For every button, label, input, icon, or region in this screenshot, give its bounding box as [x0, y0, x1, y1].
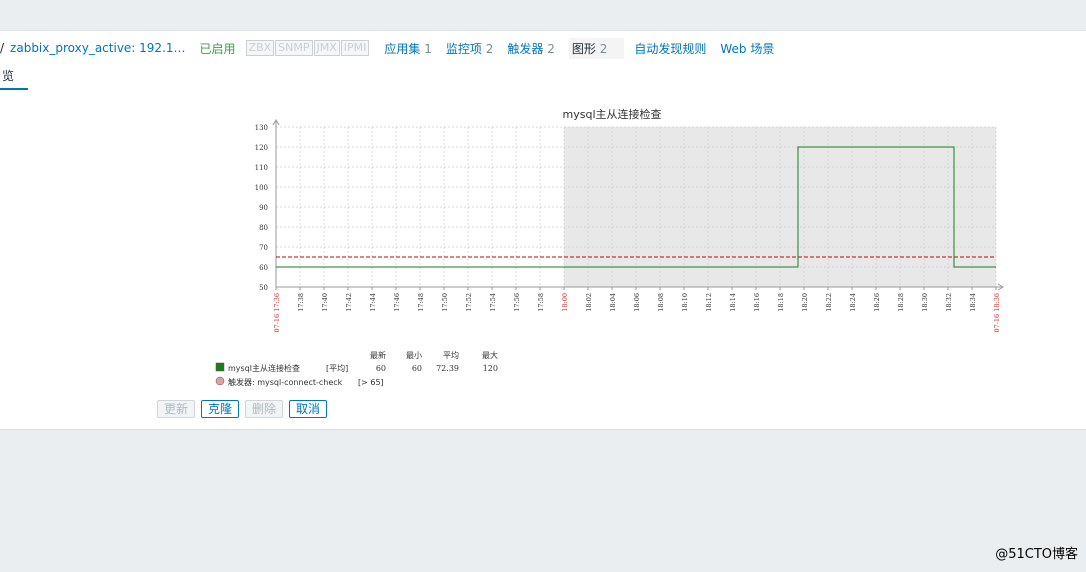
y-tick-label: 50 — [259, 284, 268, 292]
legend-series-name: mysql主从连接检查 — [228, 363, 300, 373]
x-tick-label: 17:38 — [297, 293, 305, 312]
x-tick-label: 18:02 — [585, 293, 593, 312]
delete-button[interactable]: 删除 — [245, 400, 284, 418]
x-tick-label: 18:10 — [681, 293, 689, 312]
legend-header: 最大 — [482, 350, 498, 360]
legend-value: 120 — [483, 364, 498, 373]
nav-items-link[interactable]: 监控项 2 — [446, 40, 493, 57]
legend-value: 72.39 — [436, 364, 459, 373]
nav-web-scenarios-link[interactable]: Web 场景 — [720, 40, 774, 57]
y-tick-label: 70 — [259, 244, 268, 252]
graph-chart: mysql主从连接检查 50 60 70 80 90 100 110 120 130 07-16 1… — [215, 107, 1004, 387]
y-tick-label: 110 — [255, 164, 268, 172]
y-tick-label: 130 — [255, 124, 268, 132]
breadcrumb-separator: / — [0, 41, 5, 55]
x-tick-label: 17:40 — [321, 293, 329, 312]
y-tick-label: 100 — [255, 184, 268, 192]
top-header-bar — [0, 0, 1086, 30]
nav-applications-link[interactable]: 应用集 1 — [384, 40, 431, 57]
legend-trigger-marker — [215, 376, 225, 386]
nav-triggers-link[interactable]: 触发器 2 — [507, 40, 554, 57]
x-tick-label: 18:14 — [729, 293, 737, 312]
x-tick-label: 17:46 — [393, 293, 401, 312]
x-tick-label: 18:34 — [969, 293, 977, 312]
host-status-enabled[interactable]: 已启用 — [200, 40, 236, 57]
x-tick-label: 17:48 — [417, 293, 425, 312]
availability-ipmi: IPMI — [340, 40, 370, 56]
x-tick-label: 18:20 — [801, 293, 809, 312]
availability-zbx: ZBX — [245, 40, 275, 56]
legend-header: 最小 — [406, 351, 422, 360]
legend-swatch — [215, 362, 225, 372]
legend-trigger-cond: [> 65] — [358, 378, 384, 387]
x-tick-label: 17:56 — [513, 293, 521, 312]
x-tick-label: 18:16 — [753, 293, 761, 312]
x-tick-label: 07-16 17:36 — [273, 293, 281, 333]
availability-snmp: SNMP — [275, 40, 313, 56]
y-tick-label: 120 — [255, 144, 268, 152]
x-tick-label: 18:30 — [921, 293, 929, 312]
nav-graphs-link[interactable]: 图形 2 — [572, 42, 607, 56]
x-tick-label: 18:12 — [705, 293, 713, 312]
tab-preview[interactable]: 览 — [0, 65, 29, 90]
chart-title: mysql主从连接检查 — [563, 107, 662, 121]
x-tick-label: 18:24 — [849, 293, 857, 312]
legend-series-func: [平均] — [326, 363, 348, 373]
update-button[interactable]: 更新 — [157, 400, 196, 418]
tab-bar: 览 — [0, 65, 1086, 91]
watermark-text: @51CTO博客 — [995, 547, 1078, 562]
form-buttons: 更新 克隆 删除 取消 — [157, 400, 328, 418]
x-tick-label: 17:58 — [537, 293, 545, 312]
x-tick-label: 18:26 — [873, 293, 881, 312]
x-tick-label: 17:44 — [369, 293, 377, 312]
clone-button[interactable]: 克隆 — [201, 400, 240, 418]
graph-preview-panel: mysql主从连接检查 50 60 70 80 90 100 110 120 130 07-16 1… — [0, 90, 1086, 430]
legend-value: 60 — [376, 364, 386, 373]
legend-trigger-name: 触发器: mysql-connect-check — [228, 377, 343, 387]
breadcrumb-host-link[interactable]: zabbix_proxy_active: 192.1… — [10, 41, 185, 55]
y-tick-label: 60 — [259, 264, 268, 272]
legend-header: 最新 — [370, 350, 386, 360]
x-tick-label: 17:42 — [345, 293, 353, 312]
legend-header: 平均 — [443, 350, 459, 360]
cancel-button[interactable]: 取消 — [289, 400, 328, 418]
availability-badges: ZBX SNMP JMX IPMI — [245, 40, 371, 56]
graph-container: mysql主从连接检查 50 60 70 80 90 100 110 120 130 07-16 1… — [0, 90, 1086, 390]
y-tick-label: 90 — [259, 204, 268, 212]
x-tick-label: 17:50 — [441, 293, 449, 312]
x-tick-label: 18:04 — [609, 293, 617, 312]
availability-jmx: JMX — [313, 40, 340, 56]
x-tick-label: 18:32 — [945, 293, 953, 312]
host-navigation-bar: / zabbix_proxy_active: 192.1… 已启用 ZBX SN… — [0, 30, 1086, 66]
x-tick-label: 18:18 — [777, 293, 785, 312]
x-tick-label: 17:54 — [489, 293, 497, 312]
x-tick-label: 17:52 — [465, 293, 473, 312]
x-tick-label: 18:00 — [561, 293, 569, 312]
x-tick-label: 18:06 — [633, 293, 641, 312]
legend-value: 60 — [412, 364, 422, 373]
x-tick-label: 18:08 — [657, 293, 665, 312]
y-tick-label: 80 — [259, 224, 268, 232]
x-tick-label: 18:28 — [897, 293, 905, 312]
x-tick-label: 18:22 — [825, 293, 833, 312]
nav-discovery-rules-link[interactable]: 自动发现规则 — [634, 40, 706, 57]
x-tick-label: 07-16 18:36 — [993, 293, 1001, 333]
